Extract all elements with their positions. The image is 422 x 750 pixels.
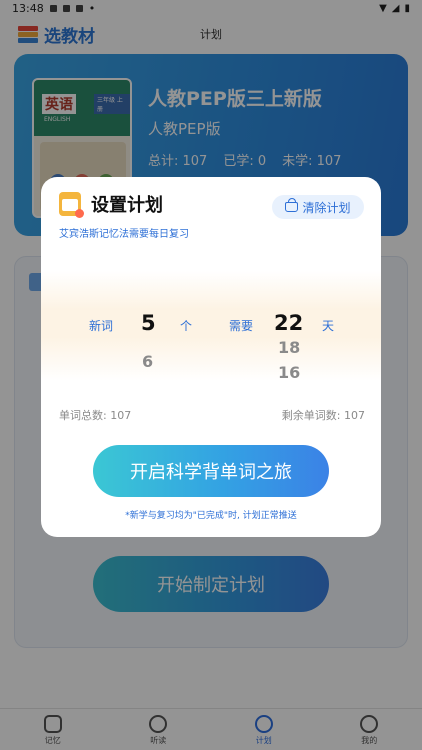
word-counts: 单词总数: 107 剩余单词数: 107 [59,407,365,423]
calendar-icon [59,192,84,218]
set-plan-dialog: 设置计划 清除计划 艾宾浩斯记忆法需要每日复习 新词 5 6 个 需要 22 1… [41,177,381,537]
new-words-unit: 个 [180,319,193,333]
needs-label: 需要 [229,319,254,333]
days-picker[interactable]: 22 [274,311,303,335]
days-option[interactable]: 16 [278,363,300,382]
days-unit: 天 [322,319,335,333]
new-words-label: 新词 [89,319,114,333]
total-words: 单词总数: 107 [59,409,132,422]
dialog-header: 设置计划 [59,191,163,218]
new-words-picker[interactable]: 5 [141,311,156,335]
clear-plan-button[interactable]: 清除计划 [272,195,364,219]
basket-icon [285,198,299,212]
dialog-note: *新学与复习均为"已完成"时, 计划正常推送 [125,511,297,521]
clear-plan-label: 清除计划 [302,200,351,215]
days-option[interactable]: 18 [278,338,300,357]
dialog-subtitle: 艾宾浩斯记忆法需要每日复习 [59,229,189,240]
start-journey-button[interactable]: 开启科学背单词之旅 [93,445,329,497]
dialog-title: 设置计划 [91,195,163,216]
new-words-option[interactable]: 6 [142,352,153,371]
remaining-words: 剩余单词数: 107 [281,409,365,422]
